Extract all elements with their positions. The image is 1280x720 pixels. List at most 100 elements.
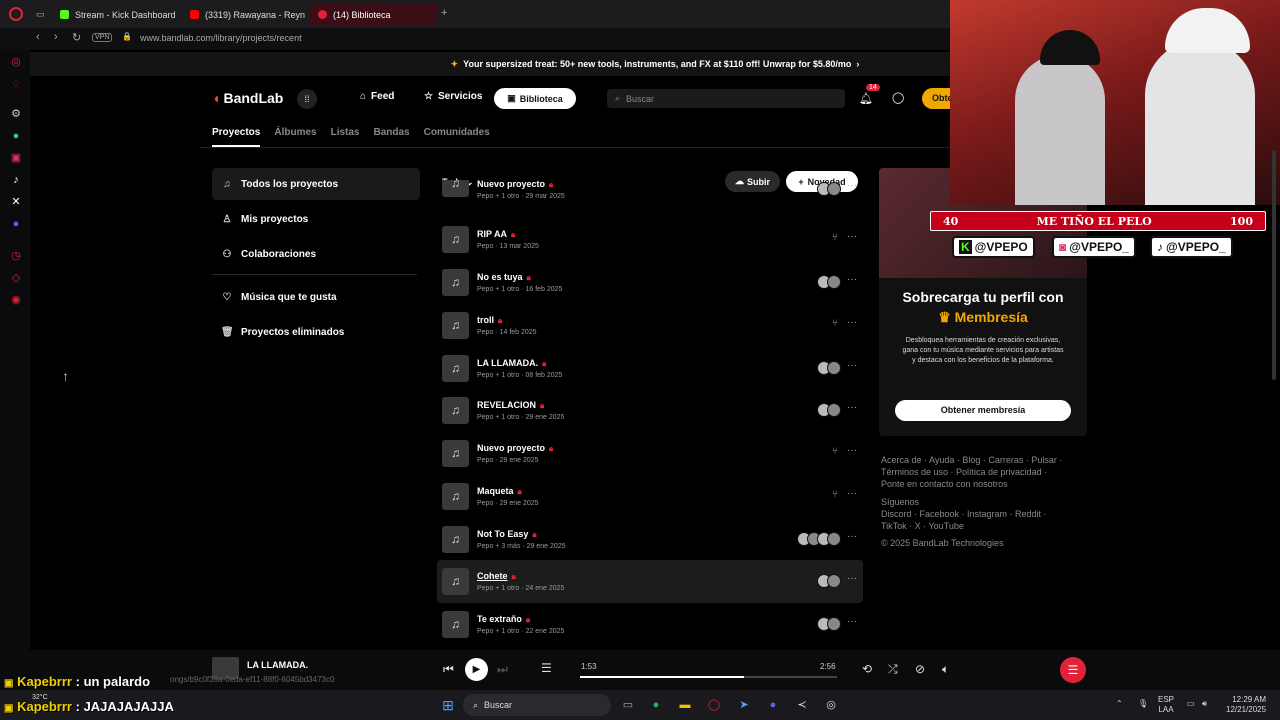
project-title[interactable]: Nuevo proyecto 🔒︎	[477, 180, 553, 190]
instagram-icon[interactable]: ▣	[10, 152, 22, 164]
new-tab-button[interactable]: +	[441, 7, 447, 19]
opera-icon[interactable]: ◯	[706, 697, 722, 713]
fork-icon[interactable]: ⑂	[832, 232, 838, 243]
spotify-icon[interactable]: ●	[648, 697, 664, 713]
collaborator-avatars[interactable]	[817, 182, 841, 196]
project-row[interactable]: ♫ No es tuya 🔒︎ Pepo + 1 otro · 16 feb 2025…	[437, 261, 863, 304]
leftnav-colab[interactable]: ⚇ Colaboraciones	[212, 238, 420, 270]
repeat-icon[interactable]: ⟲	[862, 662, 872, 676]
volume-icon[interactable]: 🔈︎	[942, 662, 949, 677]
tab-kick-dashboard[interactable]: Stream - Kick Dashboard	[52, 3, 184, 26]
collaborator-avatars[interactable]	[817, 361, 841, 375]
tab-comunidades[interactable]: Comunidades	[424, 127, 490, 147]
project-row[interactable]: ♫ Nuevo proyecto 🔒︎ Pepo + 1 otro · 29 mar …	[437, 180, 863, 210]
messages-icon[interactable]: ◯	[892, 91, 904, 104]
collaborator-avatars[interactable]	[797, 532, 841, 546]
project-title[interactable]: Te extraño 🔒︎	[477, 614, 530, 625]
more-options-icon[interactable]: ···	[847, 616, 857, 627]
tab-bandas[interactable]: Bandas	[374, 127, 410, 147]
discord-icon[interactable]: ●	[10, 218, 22, 230]
more-options-icon[interactable]: ···	[847, 180, 857, 191]
more-options-icon[interactable]: ···	[847, 445, 857, 456]
tab-overview-icon[interactable]: ▭	[36, 9, 45, 20]
page-scrollbar[interactable]	[1272, 150, 1276, 380]
project-row[interactable]: ♫ RIP AA 🔒︎ Pepo · 13 mar 2025 ⑂ ···	[437, 218, 863, 261]
footer-social-2[interactable]: TikTok · X · YouTube	[881, 521, 964, 531]
obs-icon[interactable]: ◎	[823, 697, 839, 713]
project-title[interactable]: REVELACION 🔒︎	[477, 400, 544, 411]
player-icon[interactable]: ♢	[10, 78, 22, 90]
fork-icon[interactable]: ⑂	[832, 446, 838, 457]
next-icon[interactable]: ⏭︎	[497, 662, 508, 677]
telegram-icon[interactable]: ➤	[736, 697, 752, 713]
tab-biblioteca[interactable]: (14) Biblioteca	[310, 3, 437, 26]
downloads-icon[interactable]: ◇	[10, 272, 22, 284]
queue-button[interactable]: ☰	[1060, 657, 1086, 683]
shuffle-icon[interactable]: ⤮	[888, 662, 898, 677]
vpn-badge[interactable]: VPN	[92, 33, 113, 42]
project-row[interactable]: ♫ Te extraño 🔒︎ Pepo + 1 otro · 22 ene 2025…	[437, 603, 863, 646]
play-button[interactable]: ▶	[465, 658, 488, 681]
network-icon[interactable]: ▭	[1187, 699, 1195, 709]
more-options-icon[interactable]: ···	[847, 360, 857, 371]
project-title[interactable]: Not To Easy 🔒︎	[477, 529, 537, 540]
speaker-icon[interactable]: 🔊︎	[1202, 699, 1207, 709]
more-options-icon[interactable]: ···	[847, 402, 857, 413]
discord-taskbar-icon[interactable]: ●	[765, 697, 781, 713]
leftnav-mis[interactable]: ♙ Mis proyectos	[212, 203, 420, 235]
tiktok-icon[interactable]: ♪	[10, 174, 22, 186]
reload-icon[interactable]: ↻	[72, 31, 81, 44]
collaborator-avatars[interactable]	[817, 617, 841, 631]
more-options-icon[interactable]: ···	[847, 317, 857, 328]
more-options-icon[interactable]: ···	[847, 573, 857, 584]
leftnav-todos[interactable]: ♫ Todos los proyectos	[212, 168, 420, 200]
more-options-icon[interactable]: ···	[847, 488, 857, 499]
collaborator-avatars[interactable]	[817, 403, 841, 417]
whatsapp-icon[interactable]: ●	[10, 130, 22, 142]
tab-youtube[interactable]: (3319) Rawayana - Reyn	[182, 3, 313, 26]
tab-listas[interactable]: Listas	[331, 127, 360, 147]
back-icon[interactable]: ‹	[36, 31, 40, 43]
fork-icon[interactable]: ⑂	[832, 318, 838, 329]
x-icon[interactable]: ✕	[10, 196, 22, 208]
project-title[interactable]: Cohete 🔒︎	[477, 571, 516, 582]
more-options-icon[interactable]: ···	[847, 274, 857, 285]
previous-icon[interactable]: ⏮︎	[443, 662, 454, 677]
file-explorer-icon[interactable]: ▬	[677, 697, 693, 713]
extensions-icon[interactable]: ◉	[10, 294, 22, 306]
task-view-icon[interactable]: ▭	[620, 697, 636, 713]
search-input[interactable]: ⌕ Buscar	[607, 89, 845, 108]
language-indicator[interactable]: ESP LAA	[1158, 695, 1174, 715]
fork-icon[interactable]: ⑂	[832, 489, 838, 500]
project-title[interactable]: Nuevo proyecto 🔒︎	[477, 443, 553, 454]
mute-icon[interactable]: ⊘	[915, 662, 925, 676]
apps-grid-button[interactable]: ⁞⁞	[297, 89, 317, 109]
project-title[interactable]: troll 🔒︎	[477, 315, 502, 326]
more-options-icon[interactable]: ···	[847, 231, 857, 242]
queue-list-icon[interactable]: ☰	[541, 661, 552, 675]
project-row[interactable]: ♫ Nuevo proyecto 🔒︎ Pepo · 29 ene 2025 ⑂ ···	[437, 432, 863, 475]
project-title[interactable]: No es tuya 🔒︎	[477, 272, 531, 283]
project-row[interactable]: ♫ REVELACION 🔒︎ Pepo + 1 otro · 29 ene 2025…	[437, 389, 863, 432]
project-row[interactable]: ♫ Not To Easy 🔒︎ Pepo + 3 más · 29 ene 2025…	[437, 518, 863, 561]
footer-links-3[interactable]: Ponte en contacto con nosotros	[881, 479, 1008, 489]
history-icon[interactable]: ◷	[10, 250, 22, 262]
nav-feed[interactable]: ⌂ Feed	[360, 91, 394, 102]
capcut-icon[interactable]: ≺	[794, 697, 810, 713]
project-title[interactable]: Maqueta 🔒︎	[477, 486, 522, 497]
clock[interactable]: 12:29 AM 12/21/2025	[1226, 695, 1266, 715]
forward-icon[interactable]: ›	[54, 31, 58, 43]
tab-proyectos[interactable]: Proyectos	[212, 127, 261, 147]
project-row[interactable]: ♫ Cohete 🔒︎ Pepo + 1 otro · 24 ene 2025 ···	[437, 560, 863, 603]
taskbar-search[interactable]: ⌕ Buscar	[463, 694, 611, 716]
opera-logo-icon[interactable]	[9, 7, 23, 21]
microphone-icon[interactable]: 🎙︎	[1138, 699, 1148, 709]
tray-chevron-icon[interactable]: ⌃	[1116, 699, 1123, 709]
get-membership-card-button[interactable]: Obtener membresía	[895, 400, 1071, 421]
leftnav-eliminados[interactable]: 🗑︎ Proyectos eliminados	[212, 316, 420, 348]
project-row[interactable]: ♫ Maqueta 🔒︎ Pepo · 29 ene 2025 ⑂ ···	[437, 475, 863, 518]
collaborator-avatars[interactable]	[817, 275, 841, 289]
aria-icon[interactable]: ◎	[10, 56, 22, 68]
footer-links-2[interactable]: Términos de uso · Política de privacidad…	[881, 467, 1047, 477]
project-row[interactable]: ♫ troll 🔒︎ Pepo · 14 feb 2025 ⑂ ···	[437, 304, 863, 347]
